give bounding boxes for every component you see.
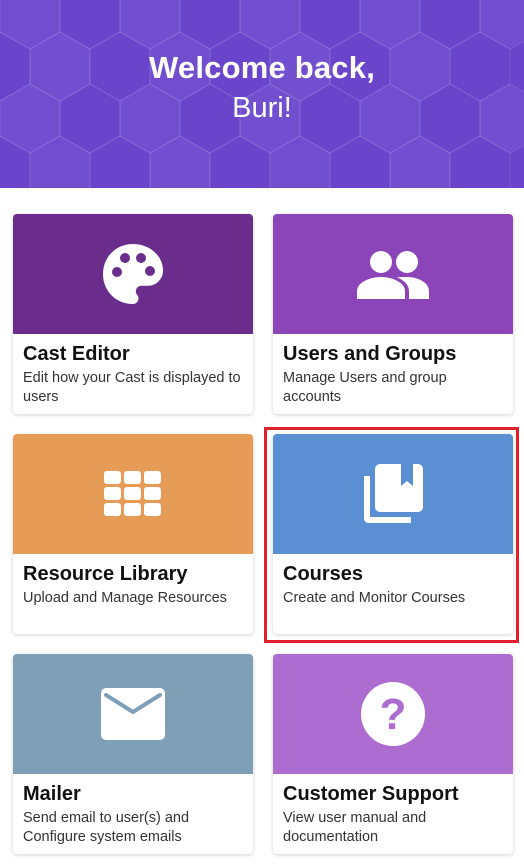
card-title: Mailer [23,783,81,805]
welcome-heading: Welcome back, [148,50,376,85]
grid-icon [104,471,161,516]
card-title: Customer Support [283,783,459,805]
selection-highlight [264,427,519,643]
help-icon: ? [361,682,425,746]
card-banner: ? [273,654,513,774]
welcome-banner: Welcome back, Buri! [0,0,524,188]
mailer-card[interactable]: Mailer Send email to user(s) and Configu… [13,654,253,854]
card-description: Upload and Manage Resources [23,590,227,606]
card-banner [13,214,253,334]
cast-editor-card[interactable]: Cast Editor Edit how your Cast is displa… [13,214,253,414]
card-banner [13,434,253,554]
resource-library-card[interactable]: Resource Library Upload and Manage Resou… [13,434,253,634]
customer-support-card[interactable]: ? Customer Support View user manual and … [273,654,513,854]
svg-text:?: ? [380,690,407,739]
mail-icon [101,688,165,740]
card-description: Send email to user(s) and Configure syst… [23,810,190,845]
users-icon [357,251,429,299]
user-name: Buri! [232,92,292,124]
card-title: Users and Groups [283,343,457,365]
card-description: Manage Users and group accounts [283,370,447,405]
card-title: Resource Library [23,563,188,585]
card-banner [13,654,253,774]
card-title: Cast Editor [23,343,130,365]
card-description: Edit how your Cast is displayed to users [23,370,241,405]
card-description: View user manual and documentation [283,810,427,845]
users-and-groups-card[interactable]: Users and Groups Manage Users and group … [273,214,513,414]
palette-icon [103,244,163,304]
card-banner [273,214,513,334]
